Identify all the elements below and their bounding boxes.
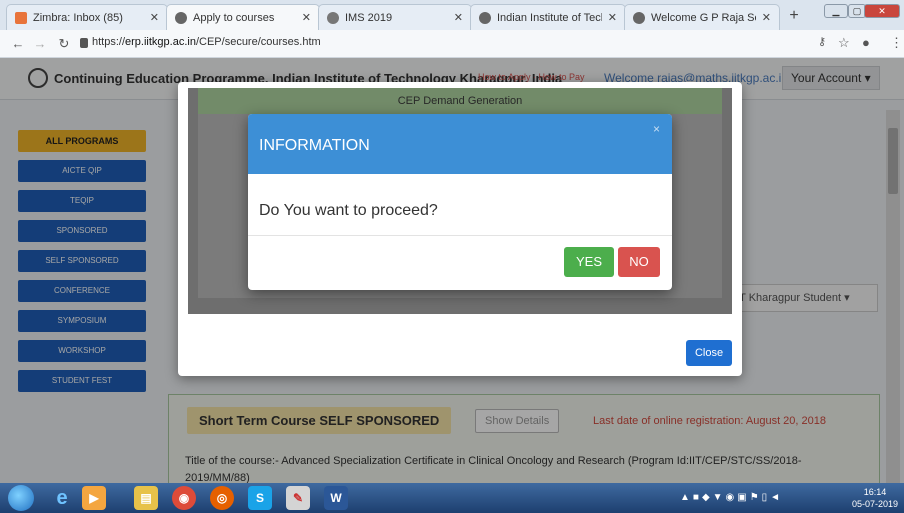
skype-icon[interactable]: S — [248, 486, 272, 510]
back-arrow-icon[interactable]: ← — [10, 35, 26, 53]
tab-title: Zimbra: Inbox (85) — [33, 11, 123, 24]
clock-date: 05-07-2019 — [852, 499, 899, 509]
new-tab-button[interactable]: + — [785, 8, 803, 26]
close-button[interactable]: Close — [686, 340, 732, 366]
url-prefix: https:// — [92, 36, 126, 48]
ie-icon[interactable]: e — [50, 486, 74, 510]
browser-tab-ims[interactable]: IMS 2019 ✕ — [318, 4, 472, 30]
reload-icon[interactable]: ↻ — [56, 35, 72, 53]
media-player-icon[interactable]: ▶ — [82, 486, 106, 510]
dialog-footer: YES NO — [248, 236, 672, 290]
profile-icon[interactable]: ● — [862, 35, 870, 50]
forward-arrow-icon[interactable]: → — [32, 35, 48, 53]
no-button[interactable]: NO — [618, 247, 660, 277]
browser-tab-apply[interactable]: Apply to courses ✕ — [166, 4, 320, 30]
close-tab-icon[interactable]: ✕ — [608, 11, 617, 24]
iit-logo-icon — [633, 11, 645, 24]
windows-taskbar: e ▶ ▤ ◉ ◎ S ✎ W ▲■◆▼◉▣⚑▯◄ 16:14 05-07-201… — [0, 483, 904, 513]
minimize-button[interactable]: ▁ — [824, 4, 848, 18]
clock-time: 16:14 — [863, 487, 887, 497]
url-path: /CEP/secure/courses.htm — [195, 36, 321, 48]
browser-tab-iit[interactable]: Indian Institute of Technolo... ✕ — [470, 4, 626, 30]
close-tab-icon[interactable]: ✕ — [454, 11, 463, 24]
system-tray-icons[interactable]: ▲■◆▼◉▣⚑▯◄ — [680, 492, 783, 503]
menu-dots-icon[interactable]: ⋮ — [890, 35, 903, 51]
url-host: erp.iitkgp.ac.in — [125, 36, 196, 48]
address-bar: ← → ↻ https://erp.iitkgp.ac.in/CEP/secur… — [0, 30, 904, 58]
star-icon[interactable]: ☆ — [838, 35, 850, 51]
start-button[interactable] — [8, 485, 34, 511]
tab-title: IMS 2019 — [345, 11, 393, 24]
window-close-button[interactable]: ✕ — [864, 4, 900, 18]
firefox-icon[interactable]: ◎ — [210, 486, 234, 510]
iit-logo-icon — [479, 11, 491, 24]
close-tab-icon[interactable]: ✕ — [302, 11, 311, 24]
dialog-message: Do You want to proceed? — [248, 174, 672, 236]
chrome-icon[interactable]: ◉ — [172, 486, 196, 510]
taskbar-clock: 16:14 05-07-2019 — [852, 486, 898, 510]
url-field[interactable]: https://erp.iitkgp.ac.in/CEP/secure/cour… — [92, 36, 321, 48]
dialog-close-icon[interactable]: × — [653, 122, 660, 136]
close-tab-icon[interactable]: ✕ — [150, 11, 159, 24]
browser-tab-strip: Zimbra: Inbox (85) ✕ Apply to courses ✕ … — [0, 0, 904, 30]
dialog-title: INFORMATION — [259, 137, 370, 154]
dialog-header: INFORMATION × — [248, 114, 672, 174]
globe-icon — [327, 11, 339, 24]
folder-icon[interactable]: ▤ — [134, 486, 158, 510]
yes-button[interactable]: YES — [564, 247, 614, 277]
key-icon[interactable]: ⚷ — [818, 35, 826, 48]
iit-logo-icon — [175, 11, 187, 24]
information-dialog: INFORMATION × Do You want to proceed? YE… — [248, 114, 672, 290]
tab-title: Apply to courses — [193, 11, 275, 24]
zimbra-icon — [15, 11, 27, 24]
close-tab-icon[interactable]: ✕ — [762, 11, 771, 24]
lock-icon — [80, 38, 88, 48]
tab-title: Welcome G P Raja Sekhar — [651, 11, 756, 24]
browser-tab-welcome[interactable]: Welcome G P Raja Sekhar ✕ — [624, 4, 780, 30]
paint-icon[interactable]: ✎ — [286, 486, 310, 510]
word-icon[interactable]: W — [324, 486, 348, 510]
browser-tab-zimbra[interactable]: Zimbra: Inbox (85) ✕ — [6, 4, 168, 30]
tab-title: Indian Institute of Technolo... — [497, 11, 602, 24]
